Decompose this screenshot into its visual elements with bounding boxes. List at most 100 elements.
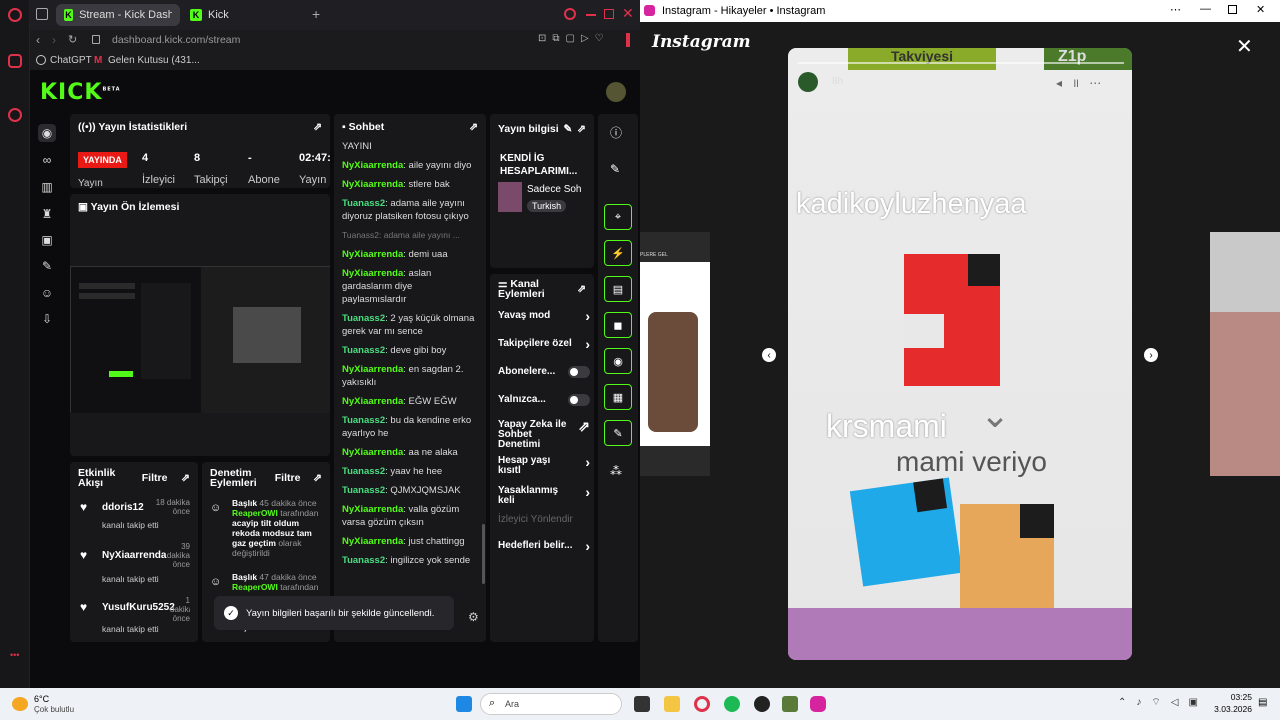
task-view-icon[interactable] (634, 696, 650, 712)
obs-icon[interactable] (754, 696, 770, 712)
spotify-icon[interactable] (724, 696, 740, 712)
file-explorer-icon[interactable] (664, 696, 680, 712)
more-icon[interactable]: ⋯ (1170, 3, 1181, 16)
channel-action-2[interactable]: Abonelere... (498, 366, 590, 378)
clock-time[interactable]: 03:25 (1200, 692, 1252, 702)
next-story-button[interactable]: › (1144, 348, 1158, 362)
chat-username[interactable]: NyXiaarrenda (342, 504, 403, 515)
chat-username[interactable]: NyXiaarrenda (342, 249, 403, 260)
chat-username[interactable]: NyXiaarrenda (342, 179, 403, 190)
maximize-icon[interactable] (604, 9, 614, 19)
channel-action-5[interactable]: Hesap yaşı kısıtl › (498, 454, 590, 476)
activity-user[interactable]: ddoris12 (102, 502, 144, 513)
settings-icon[interactable] (8, 108, 22, 122)
focus-icon[interactable]: ⌖ (604, 204, 632, 230)
tab-kick[interactable]: K Kick (182, 4, 306, 26)
instagram-logo[interactable]: Instagram (652, 32, 751, 52)
toggle-switch[interactable] (568, 366, 590, 378)
external-link-icon[interactable]: ⇗ (578, 418, 590, 435)
minimize-icon[interactable] (586, 14, 596, 16)
tab-kick-dashboard[interactable]: K Stream - Kick Dashboard (56, 4, 180, 26)
history-icon[interactable] (8, 54, 22, 68)
channel-action-0[interactable]: Yavaş mod › (498, 308, 590, 324)
chat-username[interactable]: Tuanass2 (342, 345, 385, 356)
chevron-right-icon[interactable]: › (585, 336, 590, 352)
popout-icon[interactable]: ⇗ (313, 121, 322, 133)
prev-story-thumb[interactable]: PLERE GEL (640, 232, 710, 476)
forward-icon[interactable]: › (52, 33, 56, 47)
chat-username[interactable]: NyXiaarrenda (342, 268, 403, 279)
chat-username[interactable]: Tuanass2 (342, 415, 385, 426)
wrench-icon[interactable]: ✎ (38, 257, 56, 275)
notification-icon[interactable]: ▤ (1258, 697, 1267, 708)
channel-action-7[interactable]: İzleyici Yönlendir (498, 514, 590, 525)
info-icon[interactable]: ⓘ (610, 124, 622, 141)
popout-icon[interactable]: ⇗ (469, 121, 478, 133)
next-story-thumb[interactable] (1210, 232, 1280, 476)
story-viewer[interactable]: Takviyesi Z1p 8h ◂॥⋯ kadikoyluzhenyaa kr… (788, 48, 1132, 660)
chevron-right-icon[interactable]: › (585, 538, 590, 554)
flash-icon[interactable]: ⚡ (604, 240, 632, 266)
channel-action-6[interactable]: Yasaklanmış keli › (498, 484, 590, 506)
channel-action-1[interactable]: Takipçilere özel › (498, 336, 590, 352)
weather-temp[interactable]: 6°C (34, 694, 49, 704)
instagram-app-icon[interactable] (810, 696, 826, 712)
broadcast-icon[interactable]: ◉ (604, 348, 632, 374)
wrench-icon[interactable]: ✎ (604, 420, 632, 446)
chat-username[interactable]: Tuanass2 (342, 313, 385, 324)
analytics-icon[interactable]: ▥ (38, 178, 56, 196)
minecraft-icon[interactable] (782, 696, 798, 712)
download-icon[interactable]: ⇩ (38, 310, 56, 328)
opera-logo-icon[interactable] (8, 8, 22, 22)
chat-username[interactable]: NyXiaarrenda (342, 536, 403, 547)
close-story-button[interactable]: ✕ (1236, 34, 1253, 59)
prev-story-button[interactable]: ‹ (762, 348, 776, 362)
chat-username[interactable]: Tuanass2 (342, 555, 385, 566)
channel-action-8[interactable]: Hedefleri belir... › (498, 538, 590, 554)
story-avatar[interactable] (798, 72, 818, 92)
popout-icon[interactable]: ⇗ (313, 472, 322, 484)
chat-username[interactable]: Tuanass2 (342, 485, 385, 496)
search-tabs-icon[interactable] (564, 8, 576, 20)
chevron-right-icon[interactable]: › (585, 308, 590, 324)
minimize-icon[interactable]: — (1200, 3, 1211, 15)
popout-icon[interactable]: ⇗ (577, 123, 586, 135)
close-icon[interactable]: ✕ (622, 5, 634, 22)
bookmark-gmail[interactable]: Gelen Kutusu (431... (108, 55, 200, 66)
opera-icon[interactable] (694, 696, 710, 712)
avatar[interactable] (606, 82, 626, 102)
taskbar-search[interactable]: ⌕ Ara (480, 693, 622, 715)
trophy-icon[interactable]: ♜ (38, 205, 56, 223)
activity-user[interactable]: NyXiaarrenda (102, 550, 166, 561)
tray-icons[interactable]: ⌃♪⌔◁▣ (1118, 696, 1208, 709)
opera-menu-icon[interactable] (626, 33, 630, 47)
channel-action-4[interactable]: Yapay Zeka ile Sohbet Denetimi ⇗ (498, 418, 590, 450)
clipboard-icon[interactable]: ▤ (604, 276, 632, 302)
chat-username[interactable]: NyXiaarrenda (342, 364, 403, 375)
category-name[interactable]: Sadece Soh (527, 184, 593, 195)
clips-icon[interactable]: ▣ (38, 231, 56, 249)
link-icon[interactable]: ∞ (38, 151, 56, 169)
activity-filter-button[interactable]: Filtre (142, 472, 168, 484)
chat-username[interactable]: NyXiaarrenda (342, 160, 403, 171)
chat-username[interactable]: Tuanass2 (342, 466, 385, 477)
more-icon[interactable]: ••• (10, 650, 19, 660)
edit-icon[interactable]: ✎ (564, 123, 573, 135)
broadcast-icon[interactable]: ◉ (38, 124, 56, 142)
bookmark-chatgpt[interactable]: ChatGPT (50, 55, 92, 66)
url-field[interactable]: dashboard.kick.com/stream (112, 34, 240, 46)
close-icon[interactable]: ✕ (1256, 3, 1265, 16)
chat-username[interactable]: Tuanass2 (342, 198, 385, 209)
chat-icon[interactable]: ◼ (604, 312, 632, 338)
new-tab-button[interactable]: + (312, 6, 320, 22)
settings-icon[interactable]: ⚙ (468, 610, 479, 624)
story-controls[interactable]: ◂॥⋯ (1056, 74, 1111, 91)
toggle-switch[interactable] (568, 394, 590, 406)
share-icon[interactable]: ⁂ (610, 464, 622, 478)
tag-badge[interactable]: Turkish (527, 200, 567, 212)
chevron-right-icon[interactable]: › (585, 454, 590, 470)
preview-video[interactable] (70, 266, 330, 413)
tab-menu-icon[interactable] (36, 8, 48, 20)
popout-icon[interactable]: ⇗ (577, 283, 586, 295)
start-icon[interactable] (456, 696, 472, 712)
